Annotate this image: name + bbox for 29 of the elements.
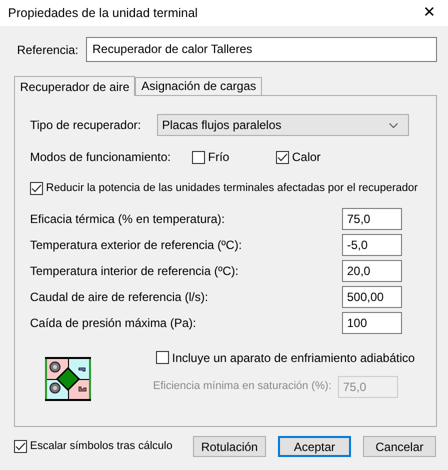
type-dropdown[interactable]: Placas flujos paralelos [157, 114, 409, 136]
number-field[interactable]: -5,0 [342, 234, 402, 256]
field-label: Modos de funcionamiento: [30, 149, 172, 166]
number-field[interactable]: 100 [342, 312, 402, 334]
close-button[interactable]: ✕ [419, 2, 440, 24]
field-label: Eficacia térmica (% en temperatura): [30, 210, 226, 228]
number-field[interactable]: 75,0 [342, 208, 402, 230]
dropdown-value: Placas flujos paralelos [162, 117, 282, 134]
field-label: Referencia: [17, 42, 78, 58]
reference-field[interactable]: Recuperador de calor Talleres [86, 37, 437, 62]
checkbox-label: Reducir la potencia de las unidades terminales afectadas por el recuperador [46, 181, 418, 196]
field-label: Eficiencia mínima en saturación (%): [153, 379, 333, 394]
field-label: Temperatura exterior de referencia (ºC): [30, 236, 243, 254]
tab[interactable]: Asignación de cargas [135, 77, 262, 95]
window-title: Propiedades de la unidad terminal [8, 4, 198, 22]
field-label: Tipo de recuperador: [30, 117, 142, 134]
checkbox-label: Escalar símbolos tras cálculo [30, 439, 174, 454]
checkbox-label: Frío [208, 149, 230, 166]
checkbox-label: Incluye un aparato de enfriamiento adiabático [172, 350, 415, 366]
field-label: Caudal de aire de referencia (l/s): [30, 288, 210, 306]
field-label: Temperatura interior de referencia (ºC): [30, 262, 240, 280]
dialog-button[interactable]: Rotulación [193, 436, 266, 457]
number-field[interactable]: 500,00 [342, 286, 402, 308]
number-field[interactable]: 20,0 [342, 260, 402, 282]
tab[interactable]: Recuperador de aire [14, 76, 136, 96]
field-label: Caída de presión máxima (Pa): [30, 314, 198, 332]
checkbox-label: Calor [292, 149, 321, 166]
dialog-button[interactable]: Aceptar [278, 436, 351, 457]
dialog-button[interactable]: Cancelar [363, 436, 436, 457]
